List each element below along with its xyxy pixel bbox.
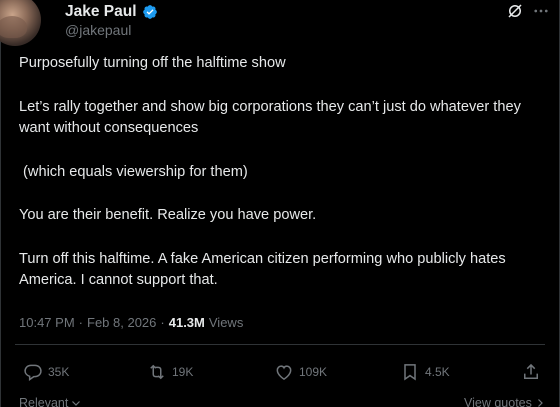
reply-controls: Relevant View quotes: [1, 396, 560, 407]
reply-button[interactable]: 35K: [23, 362, 69, 382]
tweet-text: Purposefully turning off the halftime sh…: [19, 53, 544, 292]
meta-separator: ·: [160, 315, 165, 330]
divider: [15, 344, 545, 345]
bookmark-count: 4.5K: [425, 365, 450, 379]
tweet-card: Jake Paul @jakepaul Purposefully turning…: [0, 0, 560, 407]
author-name-row: Jake Paul: [65, 3, 158, 21]
meta-separator: ·: [78, 315, 83, 330]
like-button[interactable]: 109K: [274, 362, 327, 382]
tweet-time[interactable]: 10:47 PM: [19, 315, 75, 330]
chevron-right-icon: [537, 399, 543, 407]
reply-icon: [24, 364, 42, 381]
chevron-down-icon: [72, 401, 81, 406]
sort-dropdown[interactable]: Relevant: [19, 396, 82, 407]
more-icon[interactable]: [531, 2, 551, 20]
author-display-name[interactable]: Jake Paul: [65, 3, 137, 21]
tweet-date[interactable]: Feb 8, 2026: [87, 315, 156, 330]
view-quotes-link[interactable]: View quotes: [464, 396, 546, 407]
retweet-button[interactable]: 19K: [147, 362, 193, 382]
author-handle[interactable]: @jakepaul: [65, 22, 131, 38]
grok-icon[interactable]: [506, 2, 524, 20]
tweet-paragraph: Turn off this halftime. A fake American …: [19, 250, 506, 289]
verified-badge-icon: [142, 5, 157, 19]
sort-label: Relevant: [19, 396, 69, 407]
like-icon: [276, 365, 292, 380]
action-bar: 35K 19K 109K 4.5K: [1, 362, 560, 384]
retweet-count: 19K: [172, 365, 194, 379]
share-icon: [524, 363, 538, 379]
share-button[interactable]: [521, 362, 541, 382]
tweet-paragraph: You are their benefit. Realize you have …: [19, 207, 317, 223]
retweet-icon: [150, 364, 164, 380]
bookmark-button[interactable]: 4.5K: [400, 362, 450, 382]
views-label: Views: [208, 315, 244, 330]
tweet-meta: 10:47 PM · Feb 8, 2026 · 41.3M Views: [19, 315, 243, 330]
tweet-paragraph: Purposefully turning off the halftime sh…: [19, 55, 286, 71]
bookmark-icon: [404, 364, 416, 381]
view-quotes-label: View quotes: [464, 396, 532, 407]
like-count: 109K: [299, 365, 328, 379]
tweet-paragraph: Let’s rally together and show big corpor…: [19, 98, 521, 137]
reply-count: 35K: [48, 365, 70, 379]
views-count: 41.3M: [168, 315, 205, 330]
avatar[interactable]: [0, 0, 41, 46]
tweet-paragraph: (which equals viewership for them): [19, 163, 248, 180]
